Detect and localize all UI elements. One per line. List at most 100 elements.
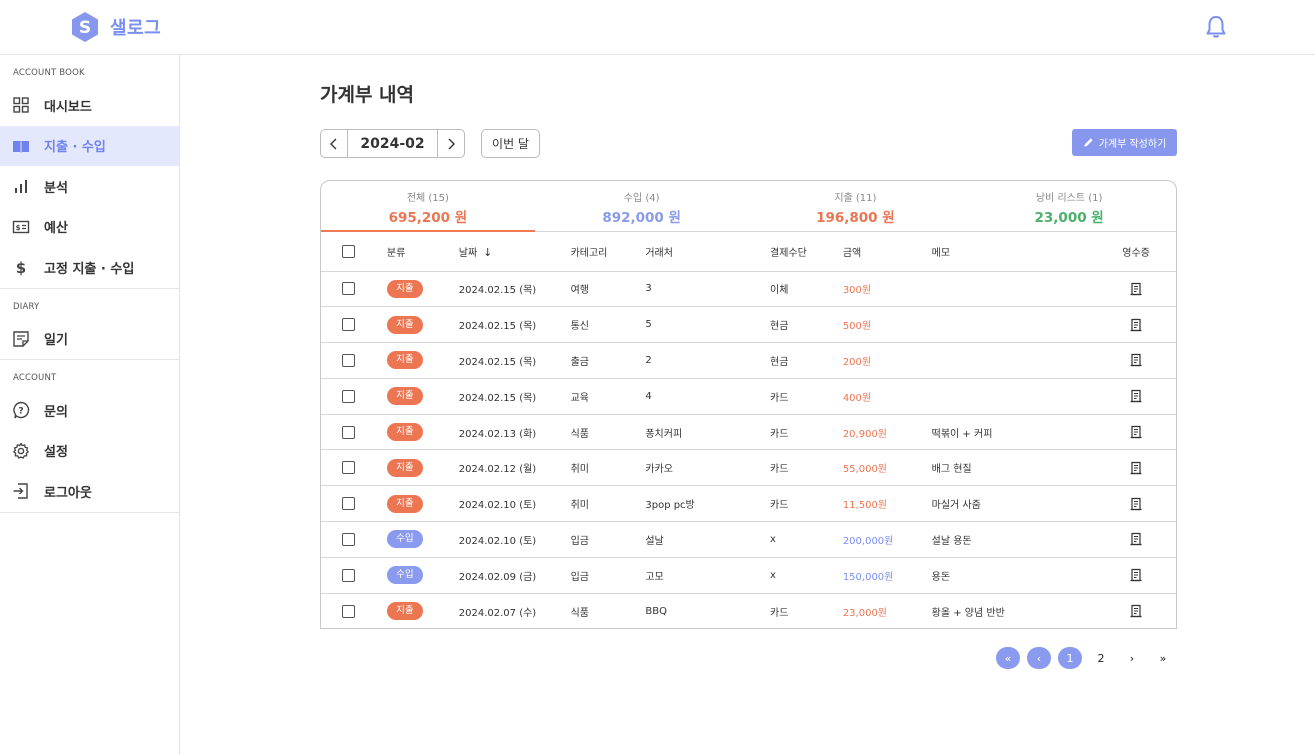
row-checkbox[interactable]: [342, 425, 355, 439]
type-badge: 지출: [386, 315, 423, 334]
first-page-button[interactable]: «: [996, 647, 1020, 669]
prev-month-button[interactable]: [321, 130, 347, 157]
cell-amount: 150,000원: [842, 557, 932, 594]
receipt-icon[interactable]: [1096, 461, 1176, 475]
section-title: DIARY: [13, 301, 40, 312]
row-checkbox[interactable]: [342, 568, 355, 582]
receipt-icon[interactable]: [1096, 425, 1176, 439]
cell-vendor: 4: [645, 378, 771, 415]
cell-payment: 카드: [770, 607, 789, 619]
row-checkbox[interactable]: [342, 532, 355, 546]
cell-memo: 마실거 사줌: [931, 485, 1097, 523]
cell-category: 식품: [570, 607, 589, 619]
type-badge: 수입: [386, 530, 423, 549]
type-badge: 지출: [386, 602, 423, 621]
cell-amount: 200원: [842, 342, 932, 379]
row-checkbox[interactable]: [342, 497, 355, 511]
sidebar-item-label: 예산: [44, 221, 68, 237]
question-icon: ?: [13, 402, 30, 419]
cell-memo: 배그 현질: [931, 449, 1097, 487]
next-month-button[interactable]: [438, 130, 464, 157]
table-row[interactable]: 지출 2024.02.15 (목) 출금 2 현금 200원: [321, 342, 1176, 379]
receipt-icon[interactable]: [1096, 568, 1176, 582]
column-header-vendor: 거래처: [645, 232, 771, 272]
sidebar-item-analysis[interactable]: 분석: [0, 166, 179, 207]
type-badge: 지출: [386, 423, 423, 442]
summary-tab[interactable]: 전체 (15) 695,200 원: [321, 181, 535, 232]
table-row[interactable]: 지출 2024.02.07 (수) 식품 BBQ 카드 23,000원 황올 + 양념 반반: [321, 593, 1176, 628]
receipt-icon[interactable]: [1096, 497, 1176, 511]
row-checkbox[interactable]: [342, 353, 355, 367]
current-month: 2024-02: [347, 130, 438, 157]
receipt-icon[interactable]: [1096, 532, 1176, 546]
next-page-button[interactable]: ›: [1120, 647, 1144, 669]
gear-icon: [13, 442, 29, 459]
column-header-amount: 금액: [842, 232, 932, 272]
sidebar-item-fixed[interactable]: $ 고정 지출 · 수입: [0, 247, 179, 288]
cell-vendor: 3: [645, 271, 771, 308]
cell-memo: 설날 용돈: [931, 521, 1097, 558]
receipt-icon[interactable]: [1096, 282, 1176, 296]
sidebar-item-logout[interactable]: 로그아웃: [0, 471, 179, 512]
row-checkbox[interactable]: [342, 389, 355, 403]
summary-tab[interactable]: 지출 (11) 196,800 원: [749, 181, 963, 231]
summary-tab[interactable]: 수입 (4) 892,000 원: [535, 181, 749, 231]
cell-vendor: 2: [645, 342, 771, 379]
sidebar-item-settings[interactable]: 설정: [0, 431, 179, 472]
row-checkbox[interactable]: [342, 461, 355, 475]
cell-date: 2024.02.15 (목): [458, 378, 571, 415]
cell-category: 여행: [570, 271, 646, 308]
app-logo[interactable]: S 샐로그: [70, 11, 161, 43]
receipt-icon[interactable]: [1096, 318, 1176, 332]
receipt-icon[interactable]: [1096, 604, 1176, 618]
page-1-button[interactable]: 1: [1058, 647, 1082, 669]
cell-category: 취미: [570, 449, 646, 487]
logout-icon: [13, 483, 28, 499]
section-title: ACCOUNT: [13, 373, 57, 383]
last-page-button[interactable]: »: [1151, 647, 1175, 669]
sidebar-section-account-book: ACCOUNT BOOK 대시보드 지출 · 수입 분석 $ 예산 $ 고정 지…: [0, 55, 179, 289]
cell-amount: 11,500원: [842, 485, 932, 523]
table-row[interactable]: 지출 2024.02.15 (목) 통신 5 현금 500원: [321, 306, 1176, 344]
row-checkbox[interactable]: [342, 604, 355, 618]
sidebar-item-budget[interactable]: $ 예산: [0, 207, 179, 248]
cell-memo: 떡볶이 + 커피: [931, 414, 1097, 451]
cell-date: 2024.02.13 (화): [458, 414, 571, 451]
table-row[interactable]: 지출 2024.02.10 (토) 취미 3pop pc방 카드 11,500원 마실거 사…: [321, 485, 1176, 523]
select-all-checkbox[interactable]: [342, 244, 355, 258]
bell-icon[interactable]: [1205, 15, 1227, 39]
table-row[interactable]: 수입 2024.02.10 (토) 입금 설날 x 200,000원 설날 용돈: [321, 521, 1176, 558]
cell-category: 교육: [570, 378, 646, 415]
table-row[interactable]: 지출 2024.02.15 (목) 교육 4 카드 400원: [321, 378, 1176, 415]
table-row[interactable]: 지출 2024.02.15 (목) 여행 3 이체 300원: [321, 271, 1176, 308]
row-checkbox[interactable]: [342, 318, 355, 332]
svg-text:S: S: [79, 18, 91, 38]
receipt-icon[interactable]: [1096, 389, 1176, 403]
table-row[interactable]: 지출 2024.02.13 (화) 식품 퐁치커피 카드 20,900원 떡볶이 + 커피: [321, 414, 1176, 451]
chevron-right-icon: [448, 138, 455, 149]
type-badge: 수입: [386, 566, 423, 585]
column-header-date[interactable]: 날짜 ↓: [458, 232, 571, 272]
type-badge: 지출: [386, 387, 423, 406]
sidebar-item-label: 대시보드: [44, 99, 92, 115]
sort-down-icon[interactable]: ↓: [483, 246, 492, 259]
sidebar-item-diary[interactable]: 일기: [0, 319, 179, 360]
prev-page-button[interactable]: ‹: [1027, 647, 1051, 669]
type-badge: 지출: [386, 351, 423, 370]
summary-tab[interactable]: 낭비 리스트 (1) 23,000 원: [962, 181, 1176, 231]
cell-memo: [931, 306, 1097, 344]
pencil-icon: [1084, 138, 1093, 147]
page-2-button[interactable]: 2: [1089, 647, 1113, 669]
table-row[interactable]: 지출 2024.02.12 (월) 취미 카카오 카드 55,000원 배그 현질: [321, 449, 1176, 487]
write-entry-button[interactable]: 가계부 작성하기: [1072, 129, 1177, 156]
row-checkbox[interactable]: [342, 282, 355, 296]
sidebar-item-inquiry[interactable]: ? 문의: [0, 390, 179, 431]
this-month-button[interactable]: 이번 달: [481, 129, 540, 158]
sidebar-item-dashboard[interactable]: 대시보드: [0, 85, 179, 126]
cell-amount: 23,000원: [842, 607, 888, 619]
grid-icon: [13, 97, 29, 113]
sidebar-item-expense-income[interactable]: 지출 · 수입: [0, 125, 179, 166]
table-row[interactable]: 수입 2024.02.09 (금) 입금 고모 x 150,000원 용돈: [321, 557, 1176, 594]
cell-category: 입금: [570, 557, 646, 594]
receipt-icon[interactable]: [1096, 353, 1176, 367]
